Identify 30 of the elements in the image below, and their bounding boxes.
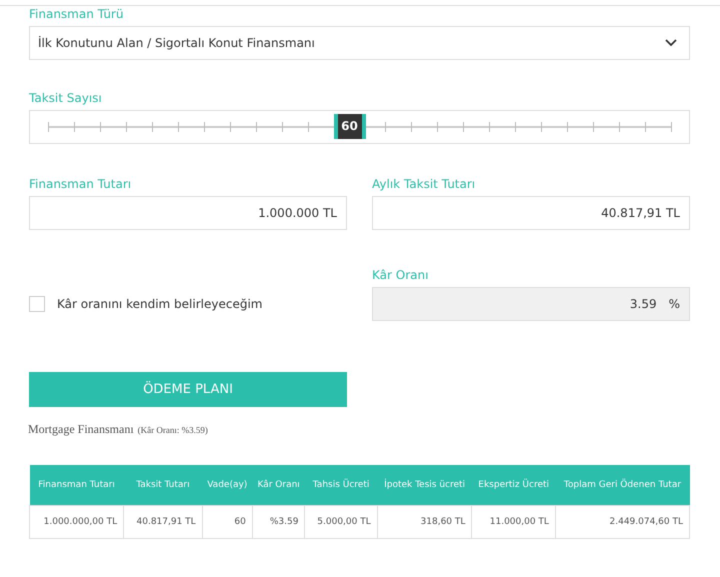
- column-header: Toplam Geri Ödenen Tutar: [555, 465, 690, 506]
- column-header: Finansman Tutarı: [30, 465, 124, 506]
- table-cell: 11.000,00 TL: [472, 506, 556, 538]
- table-cell: 40.817,91 TL: [124, 506, 202, 538]
- input-field[interactable]: 1.000.000 TL: [29, 196, 347, 230]
- table-cell: 5.000,00 TL: [304, 506, 378, 538]
- checkbox[interactable]: [29, 296, 45, 312]
- table-cell: 60: [202, 506, 252, 538]
- column-header: Taksit Tutarı: [124, 465, 202, 506]
- chevron-down-icon: [665, 39, 677, 47]
- column-header: Ekspertiz Ücreti: [472, 465, 556, 506]
- field-label: Finansman Türü: [29, 6, 124, 23]
- checkbox-label: Kâr oranını kendim belirleyeceğim: [57, 297, 262, 311]
- field-label: Aylık Taksit Tutarı: [372, 176, 476, 193]
- select-field[interactable]: İlk Konutunu Alan / Sigortalı Konut Finansmanı: [29, 26, 690, 60]
- column-header: Tahsis Ücreti: [304, 465, 378, 506]
- field-label: Finansman Tutarı: [29, 176, 132, 193]
- result-note: (Kâr Oranı: %3.59): [138, 425, 208, 435]
- column-header: Kâr Oranı: [252, 465, 305, 506]
- input-field[interactable]: 40.817,91 TL: [372, 196, 690, 230]
- table-cell: 2.449.074,60 TL: [555, 506, 690, 538]
- result-title: Mortgage Finansmanı: [28, 422, 134, 436]
- table-cell: 1.000.000,00 TL: [30, 506, 124, 538]
- table-cell: 318,60 TL: [377, 506, 472, 538]
- column-header: Vade(ay): [202, 465, 252, 506]
- column-header: İpotek Tesis ücreti: [377, 465, 472, 506]
- table-cell: %3.59: [252, 506, 305, 538]
- slider-handle[interactable]: 60: [334, 114, 366, 139]
- field-label: Taksit Sayısı: [29, 90, 103, 107]
- field-label: Kâr Oranı: [372, 267, 430, 284]
